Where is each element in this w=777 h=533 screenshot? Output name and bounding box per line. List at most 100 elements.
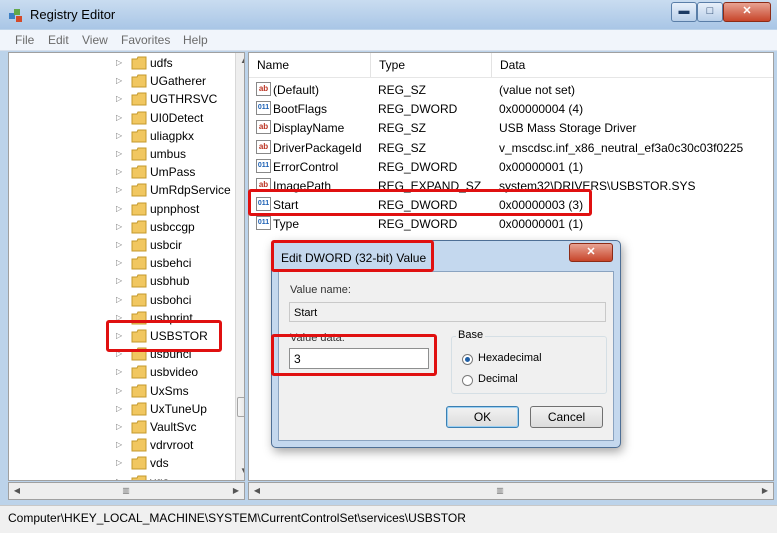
expand-arrow-icon[interactable]: ▷ xyxy=(116,76,122,85)
close-button[interactable]: ✕ xyxy=(723,2,771,22)
folder-icon xyxy=(131,165,147,179)
tree-item[interactable]: ▷ UmRdpService xyxy=(9,182,231,200)
expand-arrow-icon[interactable]: ▷ xyxy=(116,404,122,413)
value-data: 0x00000001 (1) xyxy=(499,217,584,232)
tree-item[interactable]: ▷ upnphost xyxy=(9,201,229,219)
ok-button[interactable]: OK xyxy=(446,406,519,428)
value-row[interactable]: ab DisplayName REG_SZ USB Mass Storage Driv… xyxy=(249,119,773,138)
scroll-left-arrow-icon[interactable]: ◀ xyxy=(249,483,265,499)
expand-arrow-icon[interactable]: ▷ xyxy=(116,222,122,231)
expand-arrow-icon[interactable]: ▷ xyxy=(116,477,122,480)
expand-arrow-icon[interactable]: ▷ xyxy=(116,113,122,122)
column-header-type[interactable]: Type xyxy=(371,53,492,77)
list-horizontal-scrollbar[interactable]: ◀ ▥ ▶ xyxy=(248,482,774,500)
string-value-icon: ab xyxy=(256,82,271,96)
value-row[interactable]: ab DriverPackageId REG_SZ v_mscdsc.inf_x86_… xyxy=(249,139,773,158)
column-header-name[interactable]: Name xyxy=(249,53,371,77)
expand-arrow-icon[interactable]: ▷ xyxy=(116,94,122,103)
menu-file[interactable]: File xyxy=(15,33,34,47)
tree-item[interactable]: ▷ UxTuneUp xyxy=(9,401,229,419)
cancel-button[interactable]: Cancel xyxy=(530,406,603,428)
expand-arrow-icon[interactable]: ▷ xyxy=(116,276,122,285)
scrollbar-grip-icon[interactable]: ▥ xyxy=(119,487,133,495)
expand-arrow-icon[interactable]: ▷ xyxy=(116,185,122,194)
tree-item[interactable]: ▷ usbohci xyxy=(9,292,229,310)
tree-horizontal-scrollbar[interactable]: ◀ ▥ ▶ xyxy=(8,482,245,500)
tree-item[interactable]: ▷ VaultSvc xyxy=(9,419,229,437)
decimal-label[interactable]: Decimal xyxy=(478,373,518,385)
tree-item-label: UmPass xyxy=(150,165,196,180)
tree-item-label: usbehci xyxy=(150,256,192,271)
scroll-right-arrow-icon[interactable]: ▶ xyxy=(757,483,773,499)
hexadecimal-radio[interactable] xyxy=(462,354,473,365)
folder-icon xyxy=(131,238,147,252)
expand-arrow-icon[interactable]: ▷ xyxy=(116,131,122,140)
expand-arrow-icon[interactable]: ▷ xyxy=(116,367,122,376)
column-header-data[interactable]: Data xyxy=(492,53,773,77)
value-name: Type xyxy=(273,217,300,232)
expand-arrow-icon[interactable]: ▷ xyxy=(116,204,122,213)
expand-arrow-icon[interactable]: ▷ xyxy=(116,440,122,449)
maximize-button[interactable]: □ xyxy=(697,2,723,22)
value-row[interactable]: 011 BootFlags REG_DWORD 0x00000004 (4) xyxy=(249,100,773,119)
menu-view[interactable]: View xyxy=(82,33,108,47)
tree-item-label: UI0Detect xyxy=(150,110,204,125)
expand-arrow-icon[interactable]: ▷ xyxy=(116,258,122,267)
tree-item[interactable]: ▷ usbcir xyxy=(9,237,229,255)
value-name: BootFlags xyxy=(273,102,328,117)
scroll-up-arrow-icon[interactable]: ▲ xyxy=(236,53,244,69)
value-row[interactable]: 011 Type REG_DWORD 0x00000001 (1) xyxy=(249,215,773,234)
tree-item[interactable]: ▷ usbvideo xyxy=(9,364,229,382)
expand-arrow-icon[interactable]: ▷ xyxy=(116,295,122,304)
tree-item[interactable]: ▷ usbhub xyxy=(9,273,229,291)
tree-item[interactable]: ▷ usbccgp xyxy=(9,219,229,237)
expand-arrow-icon[interactable]: ▷ xyxy=(116,240,122,249)
dialog-close-button[interactable]: ✕ xyxy=(569,243,613,262)
tree-item[interactable]: ▷ udfs xyxy=(9,55,229,73)
expand-arrow-icon[interactable]: ▷ xyxy=(116,149,122,158)
folder-icon xyxy=(131,147,147,161)
expand-arrow-icon[interactable]: ▷ xyxy=(116,458,122,467)
base-group: Base Hexadecimal Decimal xyxy=(451,329,607,394)
tree-item[interactable]: ▷ umbus xyxy=(9,146,229,164)
tree-vertical-scrollbar[interactable]: ▲ ▼ xyxy=(235,53,244,480)
value-name: (Default) xyxy=(273,83,320,97)
expand-arrow-icon[interactable]: ▷ xyxy=(116,386,122,395)
folder-icon xyxy=(131,475,147,480)
tree-item[interactable]: ▷ vdrvroot xyxy=(9,437,229,455)
tree-item[interactable]: ▷ UI0Detect xyxy=(9,110,229,128)
tree-item[interactable]: ▷ UmPass xyxy=(9,164,229,182)
folder-icon xyxy=(131,183,147,197)
window-title: Registry Editor xyxy=(30,7,116,22)
tree-item[interactable]: ▷ vga xyxy=(9,474,229,480)
value-data: USB Mass Storage Driver xyxy=(499,121,637,136)
scroll-left-arrow-icon[interactable]: ◀ xyxy=(9,483,25,499)
menu-favorites[interactable]: Favorites xyxy=(121,33,170,47)
tree-item[interactable]: ▷ uliagpkx xyxy=(9,128,229,146)
menu-help[interactable]: Help xyxy=(183,33,208,47)
minimize-button[interactable]: ▬ xyxy=(671,2,697,22)
value-row[interactable]: ab (Default) REG_SZ (value not set) xyxy=(249,81,773,100)
scrollbar-thumb[interactable] xyxy=(237,397,244,417)
folder-icon xyxy=(131,274,147,288)
menu-edit[interactable]: Edit xyxy=(48,33,69,47)
scrollbar-grip-icon[interactable]: ▥ xyxy=(493,487,507,495)
tree-item[interactable]: ▷ UxSms xyxy=(9,383,229,401)
tree-item[interactable]: ▷ vds xyxy=(9,455,229,473)
tree-item-label: usbccgp xyxy=(150,219,195,234)
expand-arrow-icon[interactable]: ▷ xyxy=(116,167,122,176)
decimal-radio[interactable] xyxy=(462,375,473,386)
tree-item[interactable]: ▷ usbehci xyxy=(9,255,229,273)
expand-arrow-icon[interactable]: ▷ xyxy=(116,422,122,431)
value-type: REG_DWORD xyxy=(378,159,458,174)
tree-item[interactable]: ▷ UGatherer xyxy=(9,73,229,91)
registry-tree[interactable]: ▷ udfs ▷ UGatherer ▷ UGTHRSVC ▷ UI0Detect ▷ uliag… xyxy=(8,52,245,481)
scroll-right-arrow-icon[interactable]: ▶ xyxy=(228,483,244,499)
tree-item[interactable]: ▷ UGTHRSVC xyxy=(9,91,229,109)
expand-arrow-icon[interactable]: ▷ xyxy=(116,58,122,67)
value-row[interactable]: 011 ErrorControl REG_DWORD 0x00000001 (1) xyxy=(249,158,773,177)
value-type: REG_DWORD xyxy=(378,102,458,117)
hexadecimal-label[interactable]: Hexadecimal xyxy=(478,352,542,364)
scroll-down-arrow-icon[interactable]: ▼ xyxy=(236,463,244,479)
tree-item-label: UGatherer xyxy=(150,74,207,89)
